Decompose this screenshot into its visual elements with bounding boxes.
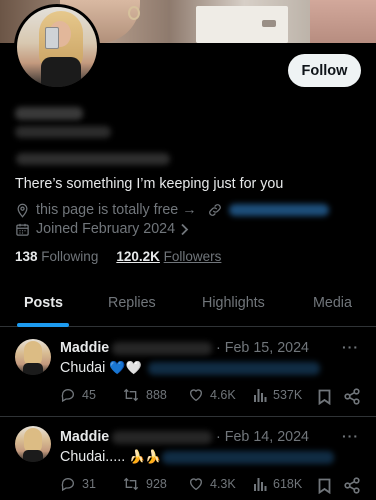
- post-emoji: 🍌🍌: [129, 449, 162, 464]
- post-author-name[interactable]: Maddie: [60, 429, 109, 445]
- link-icon: [208, 204, 221, 216]
- following-label: Following: [41, 249, 99, 264]
- handle-redacted: [15, 126, 111, 138]
- active-tab-indicator: [17, 323, 69, 327]
- views-count: 618K: [273, 477, 303, 491]
- share-icon[interactable]: [344, 388, 360, 405]
- joined-text: Joined February 2024: [36, 221, 176, 237]
- location-text: this page is totally free →: [36, 202, 197, 218]
- views-button[interactable]: 618K: [253, 476, 302, 492]
- post-date[interactable]: · Feb 15, 2024: [216, 340, 309, 356]
- views-chart-icon: [254, 478, 267, 491]
- post-actions: 45 888 4.6K 537K: [0, 387, 376, 407]
- chevron-right-icon[interactable]: [180, 223, 189, 236]
- followers-count: 120.2K: [116, 249, 160, 264]
- post-text-line: Chudai..... 🍌🍌: [60, 449, 162, 465]
- repost-icon: [123, 477, 139, 491]
- views-button[interactable]: 537K: [253, 387, 302, 403]
- display-name-redacted: [15, 107, 83, 120]
- profile-tabs: Posts Replies Highlights Media: [0, 280, 376, 327]
- profile-link-redacted[interactable]: [228, 204, 329, 216]
- post-text-line: Chudai 💙🤍: [60, 360, 142, 376]
- post-text-redacted: [148, 362, 320, 375]
- post-item[interactable]: Maddie · Feb 15, 2024 ··· Chudai 💙🤍 45 8…: [0, 328, 376, 416]
- post-author-name[interactable]: Maddie: [60, 340, 109, 356]
- redacted-text: [16, 153, 170, 165]
- post-date[interactable]: · Feb 14, 2024: [216, 429, 309, 445]
- tab-media[interactable]: Media: [313, 295, 352, 311]
- following-count: 138: [15, 249, 38, 264]
- heart-icon: [189, 389, 203, 402]
- like-button[interactable]: 4.6K: [188, 387, 236, 403]
- profile-meta-joined: Joined February 2024: [15, 221, 189, 237]
- reply-button[interactable]: 45: [60, 387, 96, 403]
- reply-icon: [61, 478, 74, 492]
- tab-posts[interactable]: Posts: [24, 295, 63, 311]
- tab-replies[interactable]: Replies: [108, 295, 156, 311]
- bookmark-icon[interactable]: [318, 478, 331, 494]
- repost-button[interactable]: 928: [122, 476, 167, 492]
- following-link[interactable]: 138 Following: [15, 249, 98, 264]
- post-text: Chudai: [60, 360, 106, 376]
- post-text-redacted: [162, 451, 334, 464]
- like-count: 4.6K: [210, 388, 236, 402]
- reply-icon: [61, 389, 74, 403]
- like-count: 4.3K: [210, 477, 236, 491]
- post-handle-redacted: [112, 342, 212, 355]
- more-options-icon[interactable]: ···: [342, 339, 359, 355]
- views-count: 537K: [273, 388, 303, 402]
- tab-highlights[interactable]: Highlights: [202, 295, 265, 311]
- repost-count: 928: [146, 477, 167, 491]
- like-button[interactable]: 4.3K: [188, 476, 236, 492]
- profile-avatar[interactable]: [14, 4, 100, 90]
- post-actions: 31 928 4.3K 618K: [0, 476, 376, 496]
- heart-icon: [189, 478, 203, 491]
- post-emoji: 💙🤍: [109, 360, 142, 375]
- reply-count: 45: [82, 388, 96, 402]
- profile-meta-location: this page is totally free →: [15, 202, 329, 218]
- post-avatar[interactable]: [15, 339, 51, 375]
- profile-bio: There’s something I’m keeping just for y…: [15, 176, 284, 192]
- profile-stats: 138 Following 120.2K Followers: [15, 249, 221, 264]
- location-pin-icon: [17, 203, 28, 218]
- reply-button[interactable]: 31: [60, 476, 96, 492]
- followers-link[interactable]: 120.2K Followers: [116, 249, 221, 264]
- calendar-icon: [16, 223, 29, 236]
- more-options-icon[interactable]: ···: [342, 428, 359, 444]
- repost-count: 888: [146, 388, 167, 402]
- views-chart-icon: [254, 389, 267, 402]
- share-icon[interactable]: [344, 477, 360, 494]
- reply-count: 31: [82, 477, 96, 491]
- post-avatar[interactable]: [15, 426, 51, 462]
- followers-label: Followers: [163, 249, 222, 264]
- follow-button[interactable]: Follow: [288, 54, 361, 87]
- post-item[interactable]: Maddie · Feb 14, 2024 ··· Chudai..... 🍌🍌…: [0, 417, 376, 500]
- post-text: Chudai.....: [60, 449, 126, 465]
- repost-icon: [123, 388, 139, 402]
- repost-button[interactable]: 888: [122, 387, 167, 403]
- post-handle-redacted: [112, 431, 212, 444]
- bookmark-icon[interactable]: [318, 389, 331, 405]
